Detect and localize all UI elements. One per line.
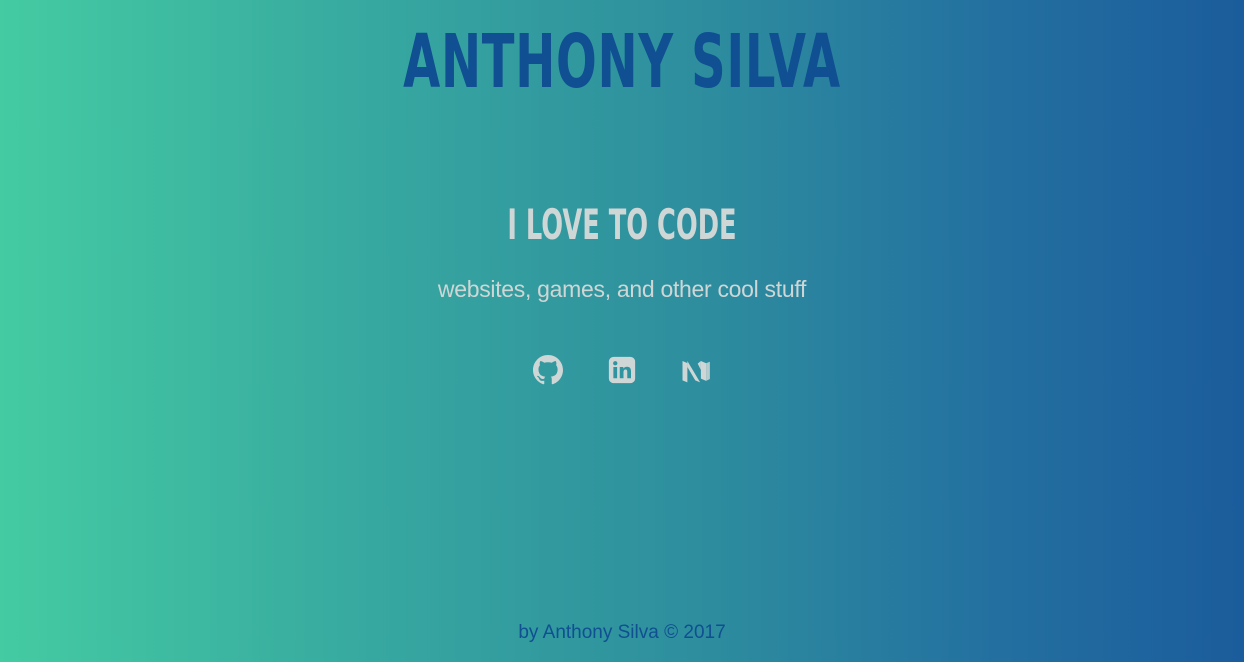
github-icon xyxy=(533,355,563,385)
linkedin-link[interactable] xyxy=(607,354,637,386)
footer-credit: by Anthony Silva © 2017 xyxy=(518,622,726,643)
github-link[interactable] xyxy=(533,354,563,386)
site-title: ANTHONY SILVA xyxy=(403,19,841,105)
social-links xyxy=(0,354,1244,386)
page: ANTHONY SILVA I LOVE TO CODE websites, g… xyxy=(0,0,1244,662)
hero-subtitle: websites, games, and other cool stuff xyxy=(437,276,807,302)
medium-icon xyxy=(682,361,710,383)
hero-tagline: I LOVE TO CODE xyxy=(507,200,737,249)
medium-link[interactable] xyxy=(681,354,711,386)
linkedin-icon xyxy=(608,356,636,384)
